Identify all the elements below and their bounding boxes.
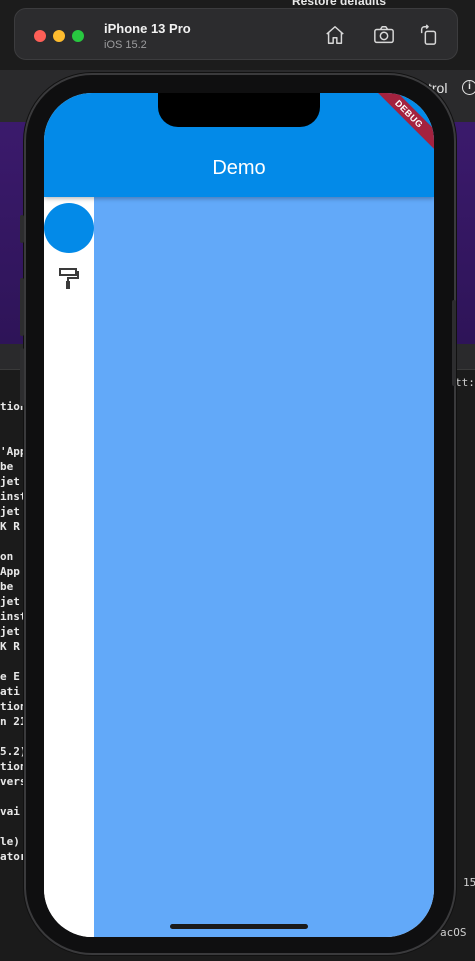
rotate-button[interactable] xyxy=(416,22,442,48)
rotate-icon xyxy=(420,24,437,45)
console-line: jet xyxy=(0,505,20,518)
console-line: tion xyxy=(0,760,27,773)
console-line: App xyxy=(0,565,20,578)
avatar[interactable] xyxy=(44,203,94,253)
home-indicator[interactable] xyxy=(170,924,308,929)
console-line: vers xyxy=(0,775,27,788)
console-line: ator xyxy=(0,850,27,863)
console-line: e E xyxy=(0,670,20,683)
console-line: on xyxy=(0,550,14,563)
console-line: K R xyxy=(0,640,20,653)
simulator-title-bar: iPhone 13 Pro iOS 15.2 xyxy=(14,8,458,60)
console-line: n 21 xyxy=(0,715,27,728)
main-content-area xyxy=(94,197,434,937)
console-right-top: tt:/ xyxy=(455,376,475,389)
os-version: iOS 15.2 xyxy=(104,39,147,51)
console-right-bottom: acOS xyxy=(440,926,467,939)
rail-item-paint[interactable] xyxy=(59,268,79,290)
console-right-mid: 15 xyxy=(463,876,475,889)
console-line: jet xyxy=(0,475,20,488)
app-bar-title: Demo xyxy=(212,157,266,179)
zoom-window-button[interactable] xyxy=(72,30,84,42)
device-name: iPhone 13 Pro xyxy=(104,21,191,36)
screenshot-icon xyxy=(374,26,394,44)
console-line: 'App xyxy=(0,445,27,458)
console-line: ati xyxy=(0,685,20,698)
desktop: Restore defaults trol i tion 'App be jet ins… xyxy=(0,0,475,961)
volume-down-button xyxy=(20,348,24,406)
close-window-button[interactable] xyxy=(34,30,46,42)
console-line: 5.2) xyxy=(0,745,27,758)
console-line: K R xyxy=(0,520,20,533)
console-line: jet xyxy=(0,625,20,638)
info-icon: i xyxy=(462,80,475,95)
console-line: vai xyxy=(0,805,20,818)
home-icon xyxy=(326,26,344,44)
power-button xyxy=(452,300,456,386)
console-line: le) xyxy=(0,835,20,848)
console-line: be xyxy=(0,460,14,473)
console-line: be xyxy=(0,580,14,593)
screenshot-button[interactable] xyxy=(371,22,397,48)
console-line: jet xyxy=(0,595,20,608)
restore-defaults-text: Restore defaults xyxy=(292,0,387,8)
console-line: inst xyxy=(0,610,27,623)
home-button[interactable] xyxy=(322,22,348,48)
mute-switch xyxy=(20,215,24,243)
console-line: tion xyxy=(0,700,27,713)
minimize-window-button[interactable] xyxy=(53,30,65,42)
phone-screen: DEBUG Demo xyxy=(44,93,434,937)
navigation-rail xyxy=(44,197,94,937)
volume-up-button xyxy=(20,278,24,336)
console-line: inst xyxy=(0,490,27,503)
notch xyxy=(158,93,320,127)
paint-roller-icon xyxy=(59,268,79,289)
